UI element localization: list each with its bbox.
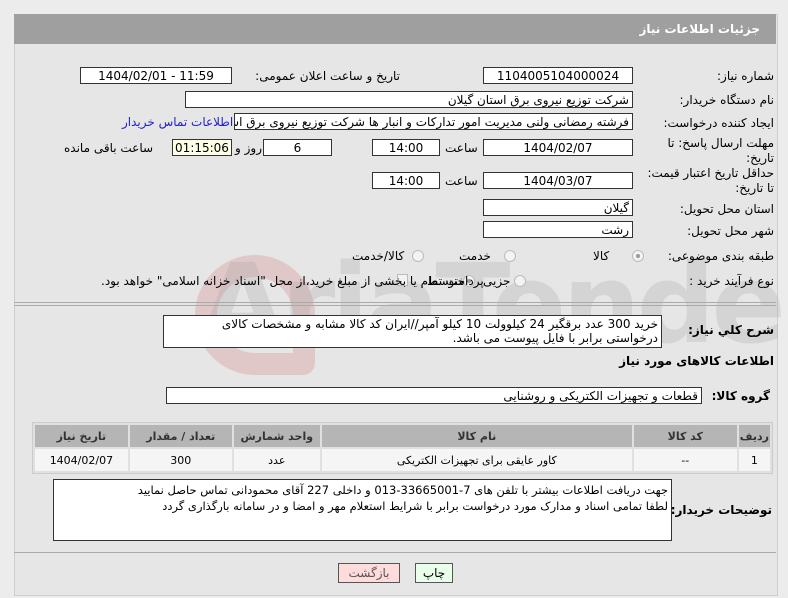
need-number-field: 1104005104000024 — [483, 67, 633, 84]
col-header: ردیف — [738, 425, 770, 447]
col-header: تعداد / مقدار — [129, 425, 232, 447]
divider — [14, 305, 776, 306]
validity-label: حداقل تاریخ اعتبار قیمت: تا تاریخ: — [647, 166, 774, 195]
description-textarea[interactable]: خرید 300 عدد برقگیر 24 کیلوولت 10 کیلو آ… — [163, 315, 662, 348]
deadline-time-field: 14:00 — [372, 139, 440, 156]
announce-label: تاریخ و ساعت اعلان عمومی: — [255, 69, 400, 83]
city-label: شهر محل تحویل: — [687, 224, 774, 238]
category-service-label: خدمت — [459, 249, 491, 263]
buyer-notes-label: توضیحات خریدار: — [670, 503, 772, 517]
goods-table: ردیف کد کالا نام کالا واحد شمارش تعداد /… — [32, 422, 773, 474]
validity-date-field: 1404/03/07 — [483, 172, 633, 189]
table-row: 1 -- کاور عایقی برای تجهیزات الکتریکی عد… — [35, 449, 770, 471]
need-number-label: شماره نیاز: — [717, 69, 774, 83]
col-header: نام کالا — [321, 425, 632, 447]
col-header: کد کالا — [633, 425, 737, 447]
buyer-notes-textarea[interactable]: جهت دریافت اطلاعات بیشتر با تلفن های 7-3… — [53, 479, 672, 541]
notes-line: لطفا تمامی اسناد و مدارک مورد درخواست بر… — [162, 499, 668, 513]
buyer-org-field: شرکت توزیع نیروی برق استان گیلان — [185, 91, 633, 108]
cell-code: -- — [633, 449, 737, 471]
notes-line: جهت دریافت اطلاعات بیشتر با تلفن های 7-3… — [137, 483, 668, 497]
remaining-time-field: 01:15:06 — [172, 139, 232, 156]
cell-date: 1404/02/07 — [35, 449, 128, 471]
category-radio-goods[interactable] — [632, 250, 644, 262]
province-field: گیلان — [483, 199, 633, 216]
announce-field: 1404/02/01 - 11:59 — [80, 67, 232, 84]
panel-header: جزئیات اطلاعات نیاز — [14, 14, 776, 44]
goods-section-title: اطلاعات کالاهای مورد نیاز — [619, 354, 774, 368]
validity-time-field: 14:00 — [372, 172, 440, 189]
group-field: قطعات و تجهیزات الکتریکی و روشنایی — [166, 387, 702, 404]
deadline-time-label: ساعت — [445, 141, 478, 155]
category-goods-label: کالا — [593, 249, 610, 263]
cell-row-number: 1 — [738, 449, 770, 471]
page-title: جزئیات اطلاعات نیاز — [639, 22, 760, 36]
city-field: رشت — [483, 221, 633, 238]
cell-unit: عدد — [233, 449, 320, 471]
print-button[interactable]: چاپ — [415, 563, 453, 583]
process-radio-minor[interactable] — [514, 275, 526, 287]
remaining-label: ساعت باقی مانده — [64, 141, 154, 155]
table-header-row: ردیف کد کالا نام کالا واحد شمارش تعداد /… — [35, 425, 770, 447]
col-header: تاریخ نیاز — [35, 425, 128, 447]
process-minor-label: جزیی — [483, 274, 511, 288]
divider — [14, 302, 776, 303]
deadline-date-field: 1404/02/07 — [483, 139, 633, 156]
province-label: استان محل تحویل: — [679, 202, 774, 216]
description-label: شرح کلي نياز: — [688, 323, 774, 337]
divider — [14, 552, 776, 553]
category-label: طبقه بندی موضوعی: — [667, 249, 774, 263]
group-label: گروه کالا: — [711, 389, 770, 403]
back-button[interactable]: بازگشت — [338, 563, 400, 583]
validity-time-label: ساعت — [445, 174, 478, 188]
days-label: روز و — [235, 141, 262, 155]
col-header: واحد شمارش — [233, 425, 320, 447]
buyer-contact-link[interactable]: اطلاعات تماس خریدار — [122, 115, 233, 129]
category-radio-service[interactable] — [504, 250, 516, 262]
process-label: نوع فرآیند خرید : — [689, 274, 774, 288]
cell-quantity: 300 — [129, 449, 232, 471]
cell-name: کاور عایقی برای تجهیزات الکتریکی — [321, 449, 632, 471]
category-both-label: کالا/خدمت — [352, 249, 405, 263]
creator-field: فرشته رمضانی ولنی مدیریت امور تدارکات و … — [234, 113, 633, 130]
treasury-payment-note: پرداخت تمام یا بخشی از مبلغ خرید،از محل … — [101, 274, 484, 288]
category-radio-both[interactable] — [412, 250, 424, 262]
creator-label: ایجاد کننده درخواست: — [663, 116, 774, 130]
days-field: 6 — [263, 139, 332, 156]
buyer-org-label: نام دستگاه خریدار: — [679, 93, 775, 107]
deadline-label: مهلت ارسال پاسخ: تا تاریخ: — [667, 136, 774, 165]
